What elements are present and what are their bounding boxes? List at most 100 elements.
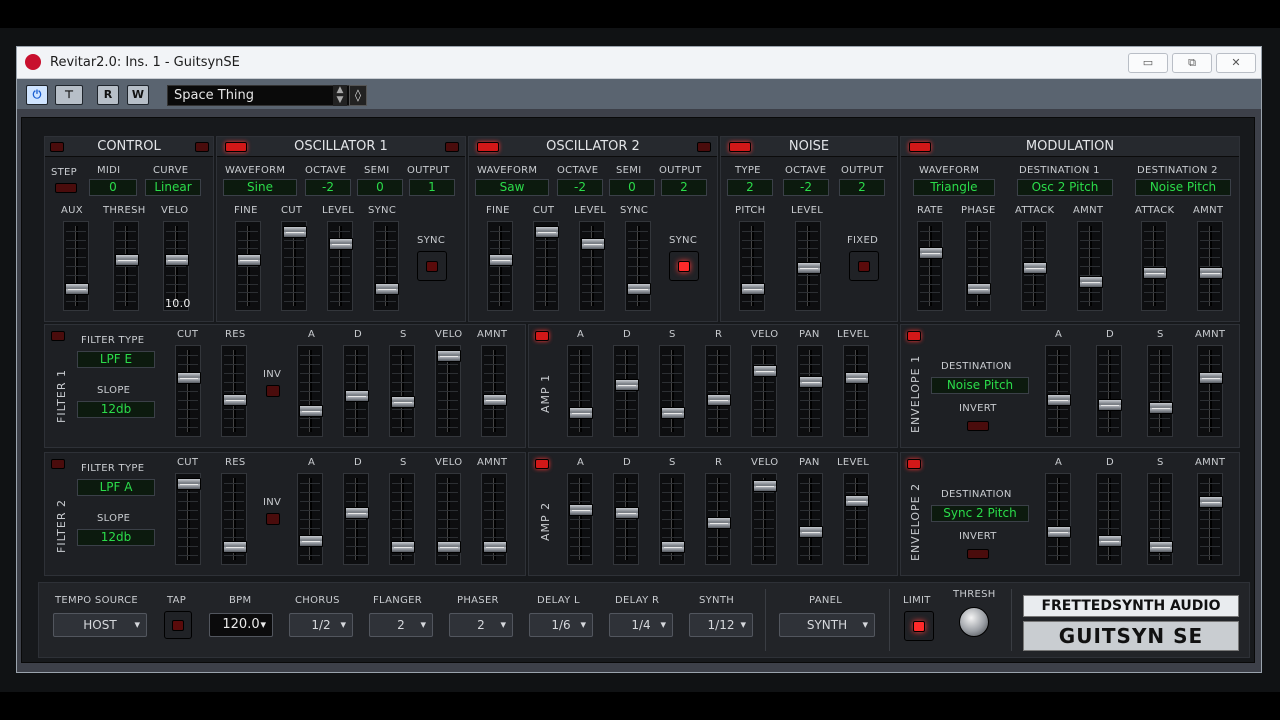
fader-cap[interactable] xyxy=(237,254,261,266)
fader-cap[interactable] xyxy=(919,247,943,259)
fader-cap[interactable] xyxy=(299,405,323,417)
control-led[interactable] xyxy=(50,142,64,152)
amp1-d-fader[interactable] xyxy=(613,345,639,437)
limit-button[interactable] xyxy=(904,611,934,641)
filter1-cut-fader[interactable] xyxy=(175,345,201,437)
bpm-field[interactable]: 120.0 xyxy=(209,613,273,637)
fader-cap[interactable] xyxy=(1199,372,1223,384)
tempo-source-dropdown[interactable]: HOST xyxy=(53,613,147,637)
amp2-led[interactable] xyxy=(535,459,549,469)
amp1-s-fader[interactable] xyxy=(659,345,685,437)
fader-cap[interactable] xyxy=(437,350,461,362)
env1-a-fader[interactable] xyxy=(1045,345,1071,437)
mod-dest1-display[interactable]: Osc 2 Pitch xyxy=(1017,179,1113,196)
monitor-icon[interactable]: ⊤ xyxy=(55,85,83,105)
filter2-cut-fader[interactable] xyxy=(175,473,201,565)
noise-pitch-fader[interactable] xyxy=(739,221,765,311)
amp2-d-fader[interactable] xyxy=(613,473,639,565)
fader-cap[interactable] xyxy=(581,238,605,250)
env2-a-fader[interactable] xyxy=(1045,473,1071,565)
fader-cap[interactable] xyxy=(177,478,201,490)
env1-invert-button[interactable] xyxy=(967,421,989,431)
fader-cap[interactable] xyxy=(845,372,869,384)
filter1-slope-display[interactable]: 12db xyxy=(77,401,155,418)
fader-cap[interactable] xyxy=(177,372,201,384)
envelope1-led[interactable] xyxy=(907,331,921,341)
fader-cap[interactable] xyxy=(283,226,307,238)
osc1-fine-fader[interactable] xyxy=(235,221,261,311)
fader-cap[interactable] xyxy=(483,394,507,406)
thresh-fader[interactable] xyxy=(113,221,139,311)
fader-cap[interactable] xyxy=(1149,541,1173,553)
fader-cap[interactable] xyxy=(627,283,651,295)
delay-r-dropdown[interactable]: 1/4 xyxy=(609,613,673,637)
write-automation-button[interactable]: W xyxy=(127,85,149,105)
env1-amnt-fader[interactable] xyxy=(1197,345,1223,437)
fader-cap[interactable] xyxy=(1079,276,1103,288)
fader-cap[interactable] xyxy=(1143,267,1167,279)
phaser-dropdown[interactable]: 2 xyxy=(449,613,513,637)
amp1-velo-fader[interactable] xyxy=(751,345,777,437)
env2-s-fader[interactable] xyxy=(1147,473,1173,565)
fader-cap[interactable] xyxy=(799,526,823,538)
fader-cap[interactable] xyxy=(753,480,777,492)
oscillator2-enable-led[interactable] xyxy=(477,142,499,152)
filter2-d-fader[interactable] xyxy=(343,473,369,565)
preset-browser-icon[interactable]: ◊ xyxy=(349,85,367,106)
osc2-output-display[interactable]: 2 xyxy=(661,179,707,196)
filter2-s-fader[interactable] xyxy=(389,473,415,565)
fader-cap[interactable] xyxy=(329,238,353,250)
fader-cap[interactable] xyxy=(615,379,639,391)
fader-cap[interactable] xyxy=(799,376,823,388)
mod-phase-fader[interactable] xyxy=(965,221,991,311)
osc2-sync-button[interactable] xyxy=(669,251,699,281)
env1-s-fader[interactable] xyxy=(1147,345,1173,437)
noise-level-fader[interactable] xyxy=(795,221,821,311)
amp1-pan-fader[interactable] xyxy=(797,345,823,437)
tap-button[interactable] xyxy=(164,611,192,639)
osc1-sync-fader[interactable] xyxy=(373,221,399,311)
aux-fader[interactable] xyxy=(63,221,89,311)
filter2-type-display[interactable]: LPF A xyxy=(77,479,155,496)
amp2-s-fader[interactable] xyxy=(659,473,685,565)
fader-cap[interactable] xyxy=(165,254,189,266)
fader-cap[interactable] xyxy=(967,283,991,295)
fader-cap[interactable] xyxy=(535,226,559,238)
filter2-velo-fader[interactable] xyxy=(435,473,461,565)
flanger-dropdown[interactable]: 2 xyxy=(369,613,433,637)
power-icon[interactable]: ⏻ xyxy=(26,85,48,105)
filter1-type-display[interactable]: LPF E xyxy=(77,351,155,368)
filter2-led[interactable] xyxy=(51,459,65,469)
fader-cap[interactable] xyxy=(1199,267,1223,279)
filter2-a-fader[interactable] xyxy=(297,473,323,565)
noise-type-display[interactable]: 2 xyxy=(727,179,773,196)
osc2-fine-fader[interactable] xyxy=(487,221,513,311)
env2-invert-button[interactable] xyxy=(967,549,989,559)
fader-cap[interactable] xyxy=(707,517,731,529)
env1-d-fader[interactable] xyxy=(1096,345,1122,437)
env1-destination-display[interactable]: Noise Pitch xyxy=(931,377,1029,394)
osc1-level-fader[interactable] xyxy=(327,221,353,311)
osc1-semi-display[interactable]: 0 xyxy=(357,179,403,196)
fader-cap[interactable] xyxy=(223,394,247,406)
close-button[interactable]: ✕ xyxy=(1216,53,1256,73)
read-automation-button[interactable]: R xyxy=(97,85,119,105)
osc2-level-fader[interactable] xyxy=(579,221,605,311)
fader-cap[interactable] xyxy=(753,365,777,377)
fader-cap[interactable] xyxy=(1149,402,1173,414)
fader-cap[interactable] xyxy=(569,504,593,516)
mod-attack-fader[interactable] xyxy=(1021,221,1047,311)
midi-display[interactable]: 0 xyxy=(89,179,137,196)
fader-cap[interactable] xyxy=(661,541,685,553)
osc2-waveform-display[interactable]: Saw xyxy=(475,179,549,196)
step-button[interactable] xyxy=(55,183,77,193)
osc1-octave-display[interactable]: -2 xyxy=(305,179,351,196)
fader-cap[interactable] xyxy=(797,262,821,274)
amp1-led[interactable] xyxy=(535,331,549,341)
fader-cap[interactable] xyxy=(299,535,323,547)
fader-cap[interactable] xyxy=(223,541,247,553)
curve-display[interactable]: Linear xyxy=(145,179,201,196)
filter2-res-fader[interactable] xyxy=(221,473,247,565)
amp2-a-fader[interactable] xyxy=(567,473,593,565)
fader-cap[interactable] xyxy=(391,396,415,408)
